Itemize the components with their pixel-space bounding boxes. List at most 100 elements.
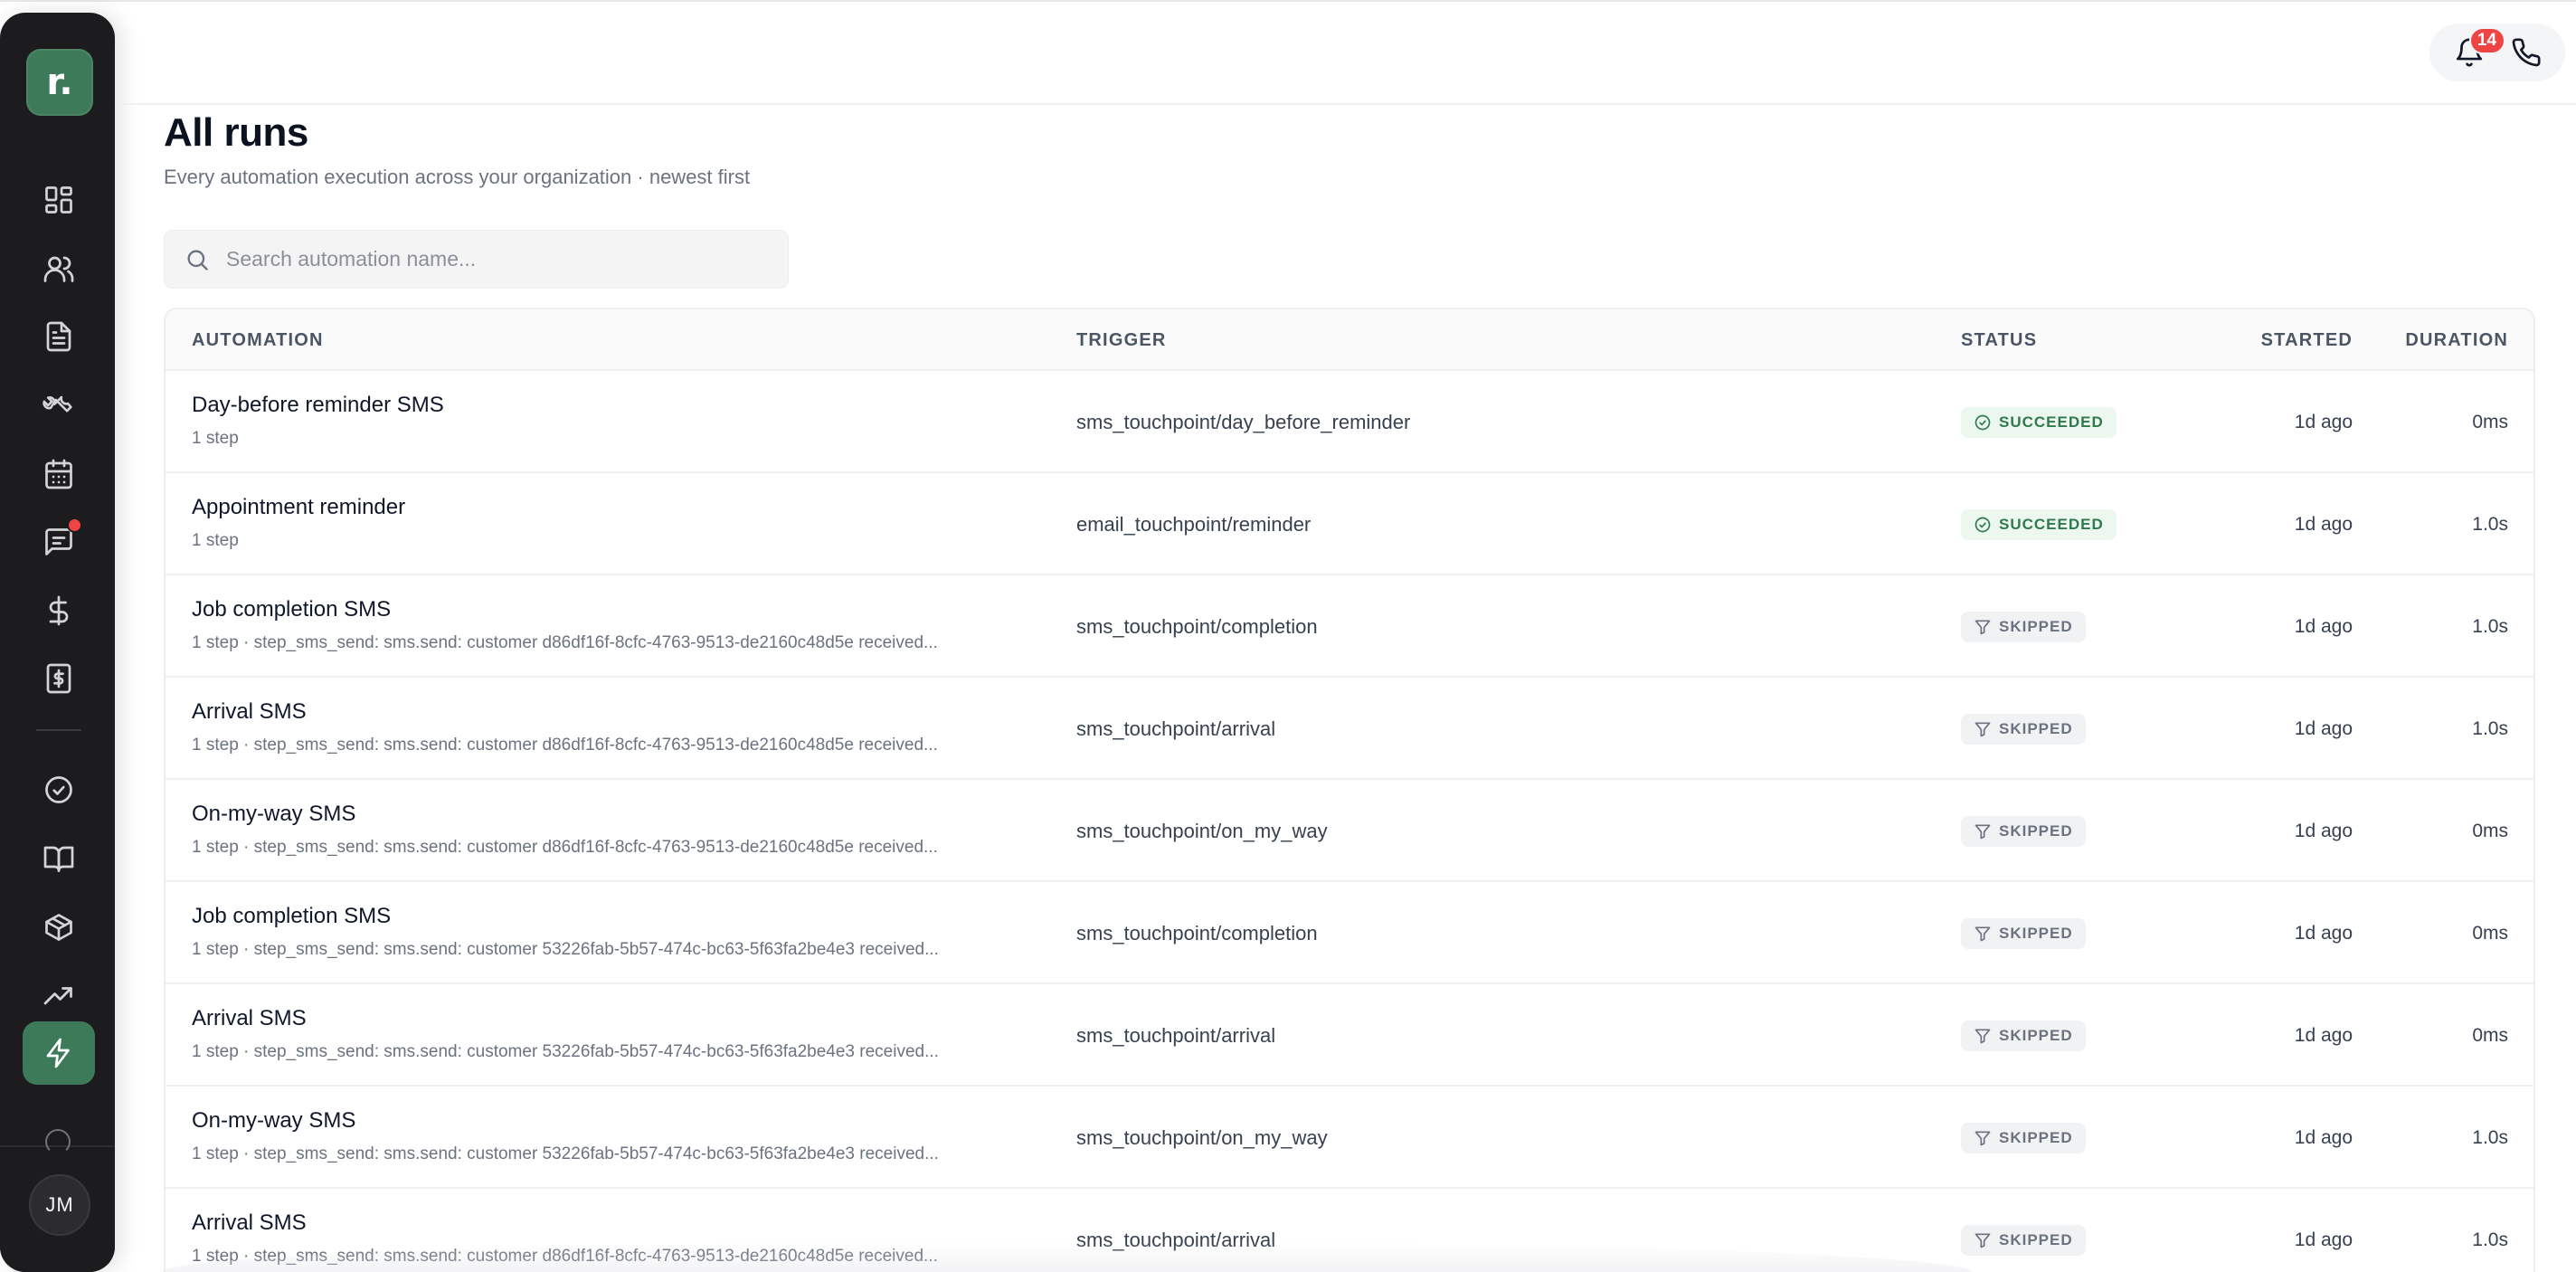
sidebar-item-reports[interactable] xyxy=(23,963,95,1027)
status-label: SKIPPED xyxy=(1999,719,2073,737)
status-label: SUCCEEDED xyxy=(1999,515,2104,533)
lightning-icon xyxy=(46,1038,70,1068)
column-header-started[interactable]: STARTED xyxy=(2261,309,2353,371)
automation-name: Job completion SMS xyxy=(192,904,392,928)
table-body: Day-before reminder SMS 1 step sms_touch… xyxy=(166,371,2533,1272)
automation-detail: 1 step xyxy=(192,429,239,448)
sidebar-item-inventory[interactable] xyxy=(23,896,95,959)
dollar-icon xyxy=(49,595,69,626)
sidebar-item-dashboard[interactable] xyxy=(23,168,95,232)
runs-table: AUTOMATION TRIGGER STATUS STARTED DURATI… xyxy=(164,308,2535,1272)
status-label: SKIPPED xyxy=(1999,617,2073,635)
table-row[interactable]: Day-before reminder SMS 1 step sms_touch… xyxy=(166,371,2533,473)
notification-dot xyxy=(67,517,82,533)
check-circle-icon xyxy=(45,776,72,803)
automation-name: Appointment reminder xyxy=(192,495,406,519)
automation-detail: 1 step · step_sms_send: sms.send: custom… xyxy=(192,633,938,652)
automation-name: Arrival SMS xyxy=(192,699,307,724)
table-row[interactable]: Appointment reminder 1 step email_touchp… xyxy=(166,473,2533,575)
duration-value: 1.0s xyxy=(2472,1229,2508,1250)
column-header-automation[interactable]: AUTOMATION xyxy=(192,309,324,371)
automation-name: Arrival SMS xyxy=(192,1210,307,1235)
status-cell: SKIPPED xyxy=(1961,1087,2086,1189)
sidebar-item-documents[interactable] xyxy=(23,305,95,368)
notification-count-badge: 14 xyxy=(2468,27,2505,54)
top-header: 14 xyxy=(115,2,2576,105)
started-value: 1d ago xyxy=(2294,1229,2353,1250)
status-badge: SUCCEEDED xyxy=(1961,406,2117,438)
sidebar-item-tasks[interactable] xyxy=(23,758,95,821)
automation-detail: 1 step · step_sms_send: sms.send: custom… xyxy=(192,838,938,857)
sidebar-item-invoices[interactable] xyxy=(23,647,95,710)
search-input[interactable] xyxy=(226,247,769,271)
trigger-value: sms_touchpoint/completion xyxy=(1076,921,1318,945)
page-title: All runs xyxy=(164,110,308,155)
calendar-icon xyxy=(45,459,72,489)
table-row[interactable]: On-my-way SMS 1 step · step_sms_send: sm… xyxy=(166,780,2533,882)
started-value: 1d ago xyxy=(2294,1024,2353,1046)
book-icon xyxy=(43,846,74,872)
status-badge: SKIPPED xyxy=(1961,917,2086,949)
user-avatar[interactable]: JM xyxy=(29,1174,90,1236)
status-badge: SUCCEEDED xyxy=(1961,508,2117,540)
sidebar-item-knowledge[interactable] xyxy=(23,827,95,890)
table-row[interactable]: On-my-way SMS 1 step · step_sms_send: sm… xyxy=(166,1087,2533,1189)
duration-value: 0ms xyxy=(2472,411,2508,432)
started-value: 1d ago xyxy=(2294,513,2353,535)
status-label: SKIPPED xyxy=(1999,821,2073,840)
app-logo[interactable]: r. xyxy=(26,49,93,116)
filter-icon xyxy=(1975,620,1991,634)
table-row[interactable]: Job completion SMS 1 step · step_sms_sen… xyxy=(166,575,2533,678)
status-label: SKIPPED xyxy=(1999,1128,2073,1146)
users-icon xyxy=(43,256,74,282)
box-icon xyxy=(45,914,72,941)
filter-icon xyxy=(1975,824,1991,839)
trigger-value: sms_touchpoint/arrival xyxy=(1076,1023,1276,1047)
file-text-icon xyxy=(46,321,71,352)
trigger-value: sms_touchpoint/on_my_way xyxy=(1076,819,1328,842)
started-value: 1d ago xyxy=(2294,411,2353,432)
table-row[interactable]: Arrival SMS 1 step · step_sms_send: sms.… xyxy=(166,984,2533,1087)
trigger-value: email_touchpoint/reminder xyxy=(1076,512,1312,536)
duration-value: 0ms xyxy=(2472,820,2508,841)
header-tools: 14 xyxy=(2429,24,2565,81)
phone-button[interactable] xyxy=(2506,33,2546,72)
status-cell: SUCCEEDED xyxy=(1961,473,2117,575)
sidebar-item-customers[interactable] xyxy=(23,237,95,300)
sidebar-item-automations[interactable] xyxy=(23,1021,95,1085)
automation-detail: 1 step · step_sms_send: sms.send: custom… xyxy=(192,1144,939,1163)
table-row[interactable]: Job completion SMS 1 step · step_sms_sen… xyxy=(166,882,2533,984)
duration-value: 1.0s xyxy=(2472,513,2508,535)
automation-name: Job completion SMS xyxy=(192,597,392,622)
column-header-status[interactable]: STATUS xyxy=(1961,309,2037,371)
table-row[interactable]: Arrival SMS 1 step · step_sms_send: sms.… xyxy=(166,678,2533,780)
sidebar-item-messages[interactable] xyxy=(23,510,95,574)
sidebar-footer: JM xyxy=(0,1129,115,1272)
sidebar-item-calendar[interactable] xyxy=(23,442,95,506)
status-cell: SUCCEEDED xyxy=(1961,371,2117,473)
automation-name: On-my-way SMS xyxy=(192,802,356,826)
status-cell: SKIPPED xyxy=(1961,984,2086,1087)
trigger-value: sms_touchpoint/completion xyxy=(1076,614,1318,638)
notifications-button[interactable]: 14 xyxy=(2449,27,2505,72)
filter-icon xyxy=(1975,926,1991,941)
search-icon xyxy=(187,250,208,271)
status-badge: SKIPPED xyxy=(1961,611,2086,642)
phone-icon xyxy=(2512,38,2541,67)
duration-value: 1.0s xyxy=(2472,615,2508,637)
column-header-duration[interactable]: DURATION xyxy=(2405,309,2508,371)
table-header: AUTOMATION TRIGGER STATUS STARTED DURATI… xyxy=(166,309,2533,371)
check-circle-icon xyxy=(1975,414,1991,430)
automation-name: Day-before reminder SMS xyxy=(192,393,444,417)
search-box[interactable] xyxy=(164,230,789,289)
help-icon[interactable] xyxy=(45,1129,71,1154)
duration-value: 1.0s xyxy=(2472,1126,2508,1148)
column-header-trigger[interactable]: TRIGGER xyxy=(1076,309,1167,371)
receipt-dollar-icon xyxy=(46,663,71,694)
sidebar-item-jobs[interactable] xyxy=(23,374,95,437)
started-value: 1d ago xyxy=(2294,615,2353,637)
sidebar-item-payments[interactable] xyxy=(23,579,95,642)
filter-icon xyxy=(1975,1131,1991,1145)
wrench-icon xyxy=(43,395,72,413)
automation-detail: 1 step · step_sms_send: sms.send: custom… xyxy=(192,1042,939,1061)
